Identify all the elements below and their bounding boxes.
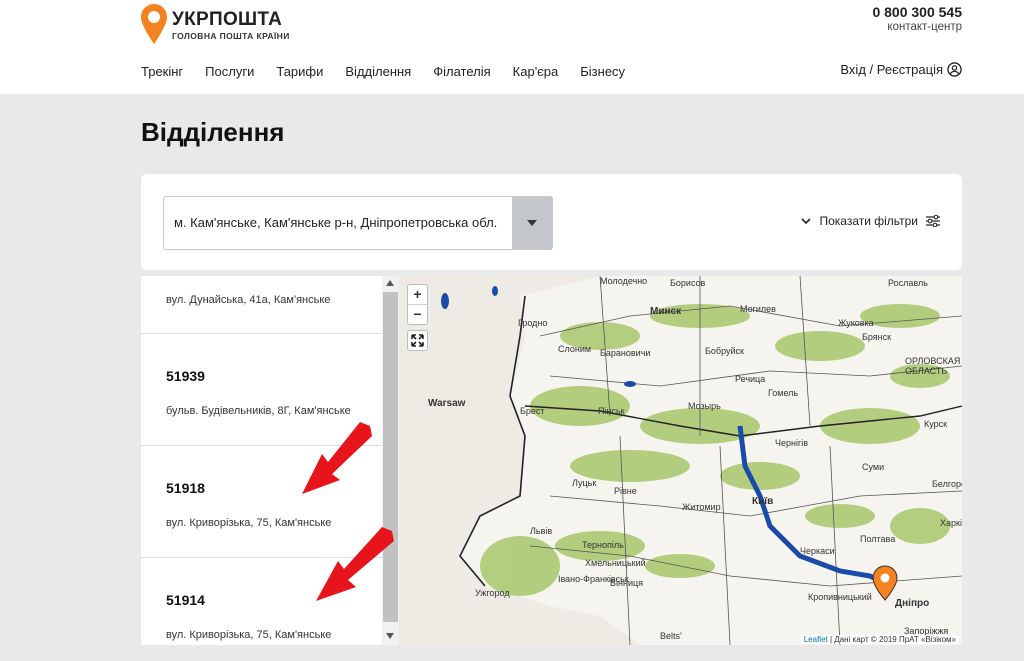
map-city-label: Кропивницький [808,592,872,602]
nav-services[interactable]: Послуги [205,64,254,79]
nav-tariffs[interactable]: Тарифи [276,64,323,79]
nav-business[interactable]: Бізнесу [580,64,625,79]
nav-tracking[interactable]: Трекінг [141,64,183,79]
fullscreen-icon [411,334,424,347]
nav-philately[interactable]: Філателія [433,64,490,79]
map-city-label: Полтава [860,534,896,544]
nav-offices[interactable]: Відділення [345,64,411,79]
map-city-label: Суми [862,462,885,472]
site-header: УКРПОШТА ГОЛОВНА ПОШТА КРАЇНИ 0 800 300 … [0,0,1024,94]
map-data-credit: | Дані карт © 2019 ПрАТ «Візіком» [827,635,956,644]
chevron-down-icon [801,217,812,224]
logo-name: УКРПОШТА [172,9,283,30]
map-city-label: Дніпро [895,598,930,609]
map-city-label: Warsaw [428,398,466,409]
map-city-label: Хмельницький [585,558,646,568]
map-city-label: Тернопіль [582,540,624,550]
red-arrow-icon [302,422,372,494]
list-item[interactable]: вул. Дунайська, 41а, Кам'янське [141,276,382,334]
map-city-label: Черкаси [800,546,835,556]
map-city-label: Слоним [558,344,592,354]
map-city-label: Жуковка [838,318,874,328]
map-city-label: Барановичи [600,348,651,358]
map-city-label: ОРЛОВСКАЯ ОБЛАСТЬ [905,356,961,376]
map-city-label: Речица [735,374,766,384]
main-nav: Трекінг Послуги Тарифи Відділення Філате… [141,64,647,79]
contact-phone[interactable]: 0 800 300 545 [872,4,962,20]
map-city-label: Гомель [768,388,799,398]
login-link[interactable]: Вхід / Реєстрація [840,62,962,77]
map-zoom-control: + − [407,284,428,325]
map-attribution: Leaflet | Дані карт © 2019 ПрАТ «Візіком… [800,635,959,644]
map-city-label: Белгород [932,479,962,489]
show-filters-button[interactable]: Показати фільтри [801,214,940,228]
map-city-label: Рославль [888,278,928,288]
contact-caption: контакт-центр [887,21,962,33]
location-pin-icon [141,4,167,44]
map-city-label: Вінниця [610,578,643,588]
zoom-out-button[interactable]: − [408,305,427,324]
fullscreen-button[interactable] [407,330,428,351]
red-arrow-icon [316,527,394,601]
city-select[interactable]: м. Кам'янське, Кам'янське р-н, Дніпропет… [163,196,553,250]
map-city-label: Гродно [518,318,548,328]
map-city-label: Молодечно [600,276,648,286]
map-city-label: Могилев [740,304,776,314]
zoom-in-button[interactable]: + [408,285,427,305]
login-label: Вхід / Реєстрація [840,62,943,77]
map-city-label: Бобруйск [705,346,744,356]
map-city-label: Чернігів [775,438,809,448]
office-code: 51939 [166,368,205,384]
scroll-down-arrow-icon[interactable] [386,633,394,639]
show-filters-label: Показати фільтри [819,214,918,228]
map-city-label: Мозырь [688,401,721,411]
office-address: вул. Криворізька, 75, Кам'янське [166,517,332,529]
map-city-label: Київ [752,496,774,507]
filter-sliders-icon [926,215,940,227]
nav-career[interactable]: Кар'єра [513,64,559,79]
scroll-up-arrow-icon[interactable] [386,280,394,286]
search-card: м. Кам'янське, Кам'янське р-н, Дніпропет… [141,174,962,270]
offices-map[interactable]: Минск Warsaw Київ Дніпро Гродно Брест Пі… [400,276,962,645]
user-icon [947,62,962,77]
map-city-label: Борисов [670,278,706,288]
office-address: вул. Криворізька, 75, Кам'янське [166,629,332,641]
map-city-label: Рівне [614,486,637,496]
ukrposhta-logo[interactable]: УКРПОШТА ГОЛОВНА ПОШТА КРАЇНИ [141,4,301,46]
city-select-value: м. Кам'янське, Кам'янське р-н, Дніпропет… [174,215,498,230]
map-city-label: Брянск [862,332,892,342]
map-city-label: Курск [924,419,948,429]
office-code: 51918 [166,480,205,496]
dropdown-toggle-button[interactable] [512,197,552,249]
map-city-label: Луцьк [572,478,597,488]
map-city-label: Брест [520,406,545,416]
map-city-label: Харків [940,518,962,528]
map-city-label: Ужгород [475,588,510,598]
leaflet-link[interactable]: Leaflet [804,635,828,644]
map-city-label: Львів [530,526,553,536]
map-city-label: Пінськ [598,406,625,416]
map-city-label: Минск [650,306,682,317]
office-address: бульв. Будівельників, 8Г, Кам'янське [166,405,351,417]
page-title: Відділення [141,117,285,147]
logo-tagline: ГОЛОВНА ПОШТА КРАЇНИ [172,31,290,41]
map-city-label: Belts' [660,631,682,641]
office-address: вул. Дунайська, 41а, Кам'янське [166,294,331,306]
office-code: 51914 [166,592,205,608]
map-city-label: Житомир [682,502,721,512]
